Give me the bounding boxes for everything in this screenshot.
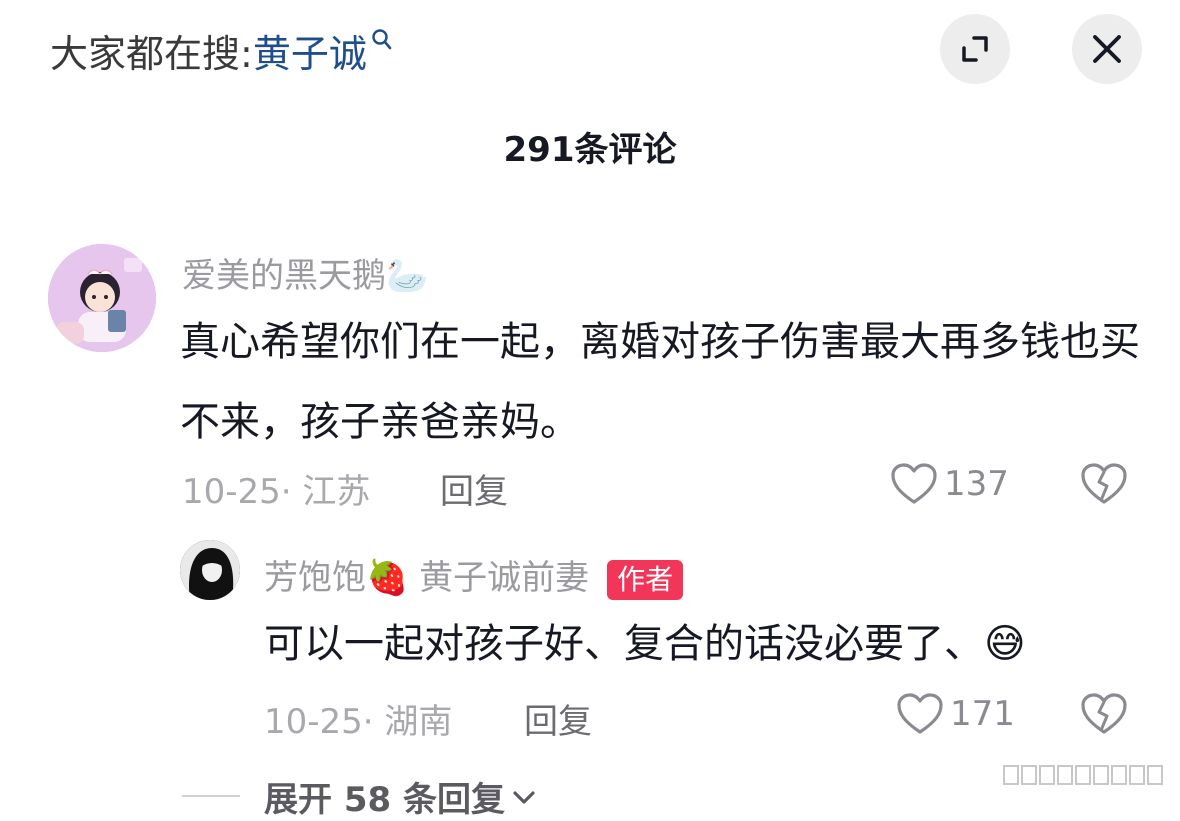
expand-icon xyxy=(962,36,988,62)
reply-reply-button[interactable]: 回复 xyxy=(524,694,592,743)
thread-divider xyxy=(182,795,240,797)
comment-username[interactable]: 爱美的黑天鹅🦢 xyxy=(182,248,428,297)
reply-like-count: 171 xyxy=(950,694,1015,734)
avatar-illustration xyxy=(48,244,156,352)
search-icon xyxy=(372,29,392,50)
author-badge: 作者 xyxy=(607,559,684,600)
reply-username[interactable]: 芳饱饱🍓 黄子诚前妻 xyxy=(264,558,589,598)
search-term-link[interactable]: 黄子诚 xyxy=(253,23,367,78)
reply-dislike-button[interactable] xyxy=(1080,692,1128,740)
dislike-button[interactable] xyxy=(1080,462,1128,510)
search-prefix: 大家都在搜: xyxy=(50,31,253,76)
close-button[interactable] xyxy=(1072,14,1142,84)
comment-meta: 10-25· 江苏 xyxy=(182,472,371,512)
avatar[interactable] xyxy=(48,244,156,352)
reply-username-row[interactable]: 芳饱饱🍓 黄子诚前妻 作者 xyxy=(264,550,684,600)
heart-icon xyxy=(891,463,937,504)
close-icon xyxy=(1093,35,1121,63)
search-suggestion[interactable]: 大家都在搜: 黄子诚 xyxy=(50,22,393,78)
expand-replies-label: 展开 58 条回复 xyxy=(264,780,505,820)
comment-count-title: 291条评论 xyxy=(503,130,677,170)
reply-avatar[interactable] xyxy=(180,540,240,600)
reply-button[interactable]: 回复 xyxy=(440,464,508,513)
chevron-down-icon xyxy=(513,790,535,804)
reply-like-button[interactable]: 171 xyxy=(896,692,1015,736)
expand-replies-button[interactable]: 展开 58 条回复 xyxy=(264,772,537,821)
heart-icon xyxy=(897,693,943,734)
broken-heart-icon xyxy=(1081,693,1127,734)
like-count: 137 xyxy=(944,464,1009,504)
like-button[interactable]: 137 xyxy=(890,462,1009,506)
reply-meta: 10-25· 湖南 xyxy=(264,702,453,742)
comment-text: 真心希望你们在一起，离婚对孩子伤害最大再多钱也买不来，孩子亲爸亲妈。 xyxy=(180,319,1140,445)
reply-avatar-illustration xyxy=(180,540,240,600)
watermark-bars xyxy=(1002,762,1164,788)
reply-text: 可以一起对孩子好、复合的话没必要了、😅 xyxy=(264,621,1026,667)
broken-heart-icon xyxy=(1081,463,1127,504)
expand-button[interactable] xyxy=(940,14,1010,84)
